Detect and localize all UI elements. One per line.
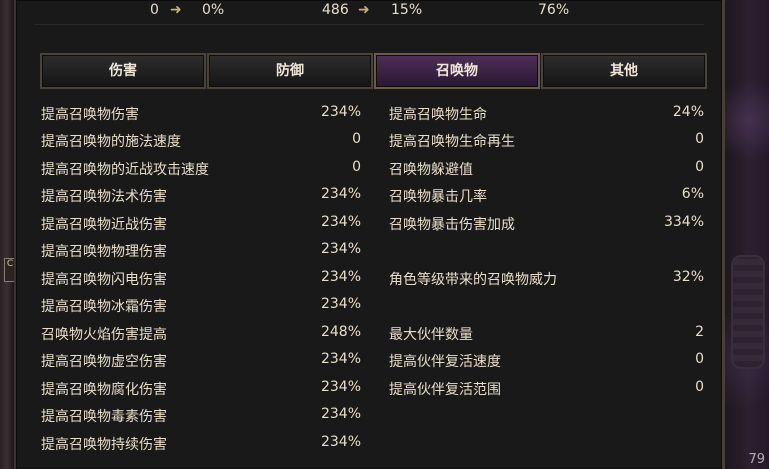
stat-row: 提高召唤物伤害 234% bbox=[41, 104, 361, 128]
arrow-right-icon: ➜ bbox=[358, 2, 370, 18]
stat-row: 提高召唤物持续伤害 234% bbox=[41, 434, 361, 458]
stat-label: 提高召唤物腐化伤害 bbox=[41, 382, 167, 398]
top-summary-row: 0 ➜ 0% 486 ➜ 15% 76% bbox=[16, 0, 722, 24]
stat-label: 提高伙伴复活范围 bbox=[389, 382, 501, 398]
stat-value: 0 bbox=[695, 379, 704, 395]
left-edge-tab-text: C bbox=[6, 259, 14, 269]
stat-label: 提高召唤物生命 bbox=[389, 107, 487, 123]
stat-a-from: 0 bbox=[150, 2, 159, 18]
stat-row: 提高召唤物腐化伤害 234% bbox=[41, 379, 361, 403]
stat-row: 提高召唤物近战伤害 234% bbox=[41, 214, 361, 238]
stat-label: 提高召唤物物理伤害 bbox=[41, 244, 167, 260]
stat-value: 0 bbox=[352, 131, 361, 147]
tab-minions[interactable]: 召唤物 bbox=[374, 53, 540, 89]
stat-value: 0 bbox=[695, 351, 704, 367]
stat-value: 334% bbox=[663, 214, 704, 230]
stat-row: 提高召唤物的施法速度 0 bbox=[41, 131, 361, 155]
stats-panel: 0 ➜ 0% 486 ➜ 15% 76% 伤害 防御 召唤物 其他 提高召唤物伤… bbox=[14, 0, 725, 469]
stat-value: 2 bbox=[695, 324, 704, 340]
stat-label: 提高召唤物的施法速度 bbox=[41, 134, 181, 150]
stat-row: 最大伙伴数量 2 bbox=[389, 324, 704, 348]
stat-value: 234% bbox=[320, 406, 361, 422]
stat-label: 提高召唤物毒素伤害 bbox=[41, 409, 167, 425]
stat-row: 提高召唤物冰霜伤害 234% bbox=[41, 296, 361, 320]
tab-other[interactable]: 其他 bbox=[541, 53, 707, 89]
stat-label: 召唤物躲避值 bbox=[389, 162, 473, 178]
stat-row: 召唤物火焰伤害提高 248% bbox=[41, 324, 361, 348]
stat-row: 提高召唤物生命 24% bbox=[389, 104, 704, 128]
tab-other-label: 其他 bbox=[610, 63, 638, 79]
stat-value: 234% bbox=[320, 434, 361, 450]
stat-label: 提高召唤物近战伤害 bbox=[41, 217, 167, 233]
stat-label: 提高召唤物生命再生 bbox=[389, 134, 515, 150]
stat-label: 提高召唤物持续伤害 bbox=[41, 437, 167, 453]
stat-value: 0 bbox=[352, 159, 361, 175]
divider bbox=[34, 24, 704, 25]
stat-row: 提高伙伴复活速度 0 bbox=[389, 351, 704, 375]
stat-row: 召唤物暴击伤害加成 334% bbox=[389, 214, 704, 238]
ornament-deco bbox=[731, 255, 765, 369]
stat-value: 248% bbox=[320, 324, 361, 340]
stat-row: 提高召唤物法术伤害 234% bbox=[41, 186, 361, 210]
tab-bar: 伤害 防御 召唤物 其他 bbox=[40, 53, 707, 89]
stat-label: 提高召唤物伤害 bbox=[41, 107, 139, 123]
left-frame bbox=[0, 0, 14, 469]
page-number: 79 bbox=[748, 452, 765, 467]
tab-defense-label: 防御 bbox=[276, 63, 304, 79]
stat-b-from: 486 bbox=[322, 2, 349, 18]
arrow-right-icon: ➜ bbox=[170, 2, 182, 18]
stat-value: 24% bbox=[672, 104, 704, 120]
stat-row: 提高召唤物毒素伤害 234% bbox=[41, 406, 361, 430]
stat-value: 234% bbox=[320, 269, 361, 285]
stat-label: 召唤物暴击几率 bbox=[389, 189, 487, 205]
stat-row: 召唤物躲避值 0 bbox=[389, 159, 704, 183]
stat-value: 234% bbox=[320, 296, 361, 312]
stat-label: 提高召唤物虚空伤害 bbox=[41, 354, 167, 370]
stat-row: 提高召唤物闪电伤害 234% bbox=[41, 269, 361, 293]
stat-value: 234% bbox=[320, 241, 361, 257]
stat-row: 提高召唤物生命再生 0 bbox=[389, 131, 704, 155]
stat-row: 提高召唤物的近战攻击速度 0 bbox=[41, 159, 361, 183]
stat-label: 提高召唤物冰霜伤害 bbox=[41, 299, 167, 315]
stat-row: 提高伙伴复活范围 0 bbox=[389, 379, 704, 403]
stat-value: 234% bbox=[320, 104, 361, 120]
stat-value: 0 bbox=[695, 159, 704, 175]
stat-value: 6% bbox=[681, 186, 704, 202]
stat-value: 234% bbox=[320, 379, 361, 395]
stat-label: 召唤物火焰伤害提高 bbox=[41, 327, 167, 343]
stat-value: 0 bbox=[695, 131, 704, 147]
stat-row: 角色等级带来的召唤物威力 32% bbox=[389, 269, 704, 293]
tab-damage[interactable]: 伤害 bbox=[40, 53, 206, 89]
stat-label: 角色等级带来的召唤物威力 bbox=[389, 272, 557, 288]
stat-label: 最大伙伴数量 bbox=[389, 327, 473, 343]
stat-row: 提高召唤物虚空伤害 234% bbox=[41, 351, 361, 375]
stat-value: 234% bbox=[320, 214, 361, 230]
tab-damage-label: 伤害 bbox=[109, 63, 137, 79]
tab-defense[interactable]: 防御 bbox=[207, 53, 373, 89]
stat-label: 提高召唤物的近战攻击速度 bbox=[41, 162, 209, 178]
stat-value: 234% bbox=[320, 186, 361, 202]
stat-label: 召唤物暴击伤害加成 bbox=[389, 217, 515, 233]
stat-a-to: 0% bbox=[202, 2, 225, 18]
stat-row: 召唤物暴击几率 6% bbox=[389, 186, 704, 210]
stat-c: 76% bbox=[538, 2, 570, 18]
stat-label: 提高召唤物法术伤害 bbox=[41, 189, 167, 205]
stat-row: 提高召唤物物理伤害 234% bbox=[41, 241, 361, 265]
stat-value: 32% bbox=[672, 269, 704, 285]
stat-label: 提高伙伴复活速度 bbox=[389, 354, 501, 370]
stat-label: 提高召唤物闪电伤害 bbox=[41, 272, 167, 288]
stat-value: 234% bbox=[320, 351, 361, 367]
tab-minions-label: 召唤物 bbox=[436, 63, 478, 79]
stat-b-to: 15% bbox=[391, 2, 423, 18]
right-frame bbox=[719, 0, 769, 469]
